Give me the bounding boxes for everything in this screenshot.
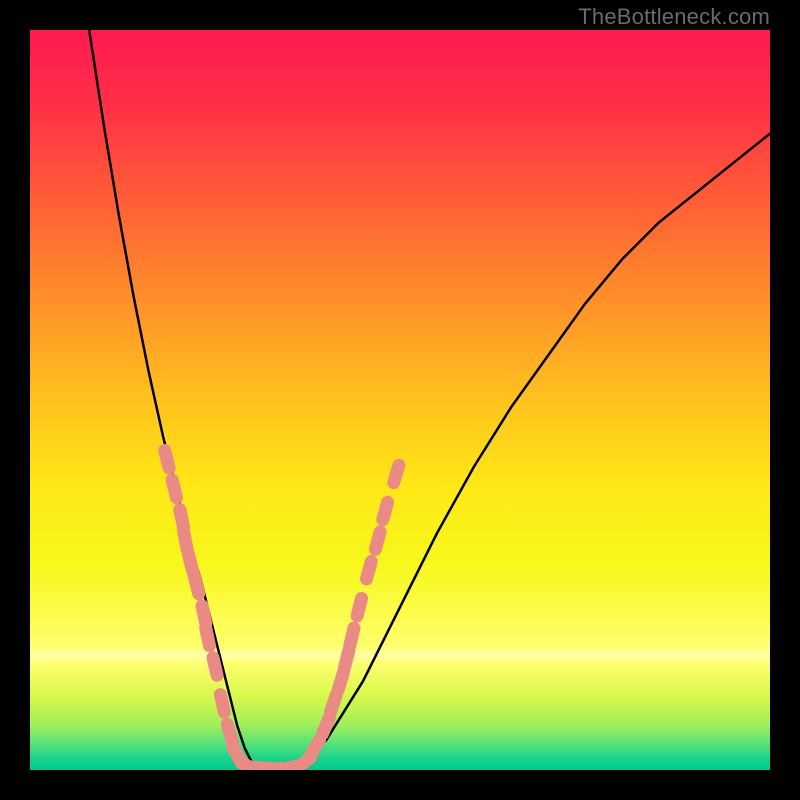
marker-dot [202, 606, 206, 624]
attribution-label: TheBottleneck.com [578, 4, 770, 30]
marker-dot [227, 724, 232, 741]
marker-dot [394, 465, 399, 482]
marker-dot [357, 599, 361, 616]
marker-dot [184, 532, 188, 550]
marker-dot [165, 451, 169, 468]
marker-dot [188, 554, 192, 571]
marker-dot [180, 510, 184, 528]
curve-layer [30, 30, 770, 770]
marker-dot [338, 673, 343, 690]
marker-dot [172, 480, 176, 497]
marker-dot [220, 695, 224, 713]
marker-dot [367, 562, 372, 579]
marker-group [165, 451, 399, 771]
marker-dot [350, 628, 354, 645]
marker-dot [375, 532, 380, 549]
marker-dot [383, 502, 388, 519]
plot-area [30, 30, 770, 770]
marker-dot [331, 695, 337, 712]
marker-dot [310, 740, 319, 755]
marker-dot [323, 717, 330, 734]
bottleneck-curve [89, 30, 770, 770]
marker-dot [206, 628, 210, 646]
marker-dot [194, 576, 198, 593]
marker-dot [345, 650, 349, 667]
chart-frame: TheBottleneck.com [0, 0, 800, 800]
marker-dot [213, 658, 217, 676]
